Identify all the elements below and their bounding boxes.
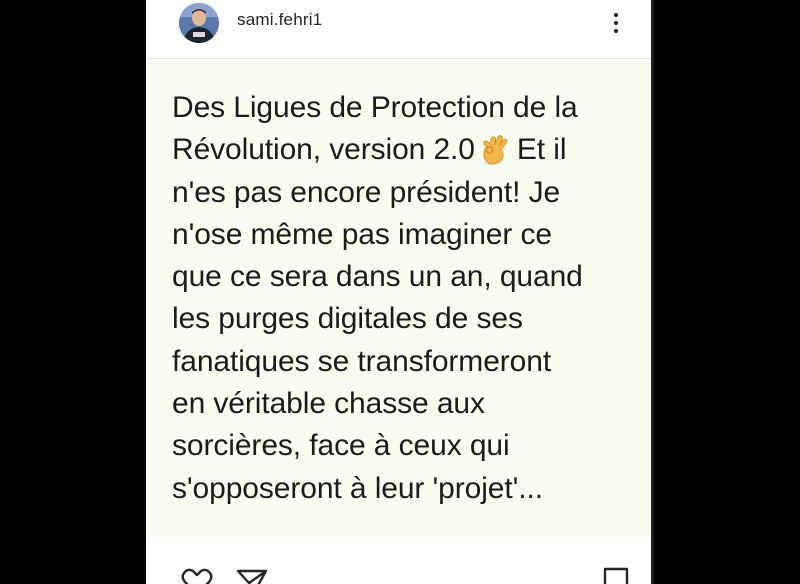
instagram-post: sami.fehri1 Des Ligues de Protection de … xyxy=(146,0,651,584)
avatar[interactable] xyxy=(179,3,219,43)
frame-edge xyxy=(651,0,654,584)
post-text-part-2: Et il n'es pas encore président! Je n'os… xyxy=(172,133,583,505)
bookmark-icon[interactable] xyxy=(602,567,630,584)
action-bar xyxy=(146,537,651,584)
avatar-image xyxy=(179,3,219,43)
paper-plane-icon[interactable] xyxy=(235,567,269,584)
more-vertical-icon xyxy=(614,13,618,17)
ok-hand-icon xyxy=(483,135,508,165)
more-options-button[interactable] xyxy=(604,6,628,40)
more-vertical-icon-dot xyxy=(614,29,618,33)
more-vertical-icon-dot xyxy=(614,21,618,25)
heart-icon[interactable] xyxy=(180,567,214,584)
post-header: sami.fehri1 xyxy=(146,0,651,59)
post-text: Des Ligues de Protection de la Révolutio… xyxy=(172,87,642,510)
post-image[interactable]: Des Ligues de Protection de la Révolutio… xyxy=(146,59,651,537)
username[interactable]: sami.fehri1 xyxy=(237,10,322,30)
